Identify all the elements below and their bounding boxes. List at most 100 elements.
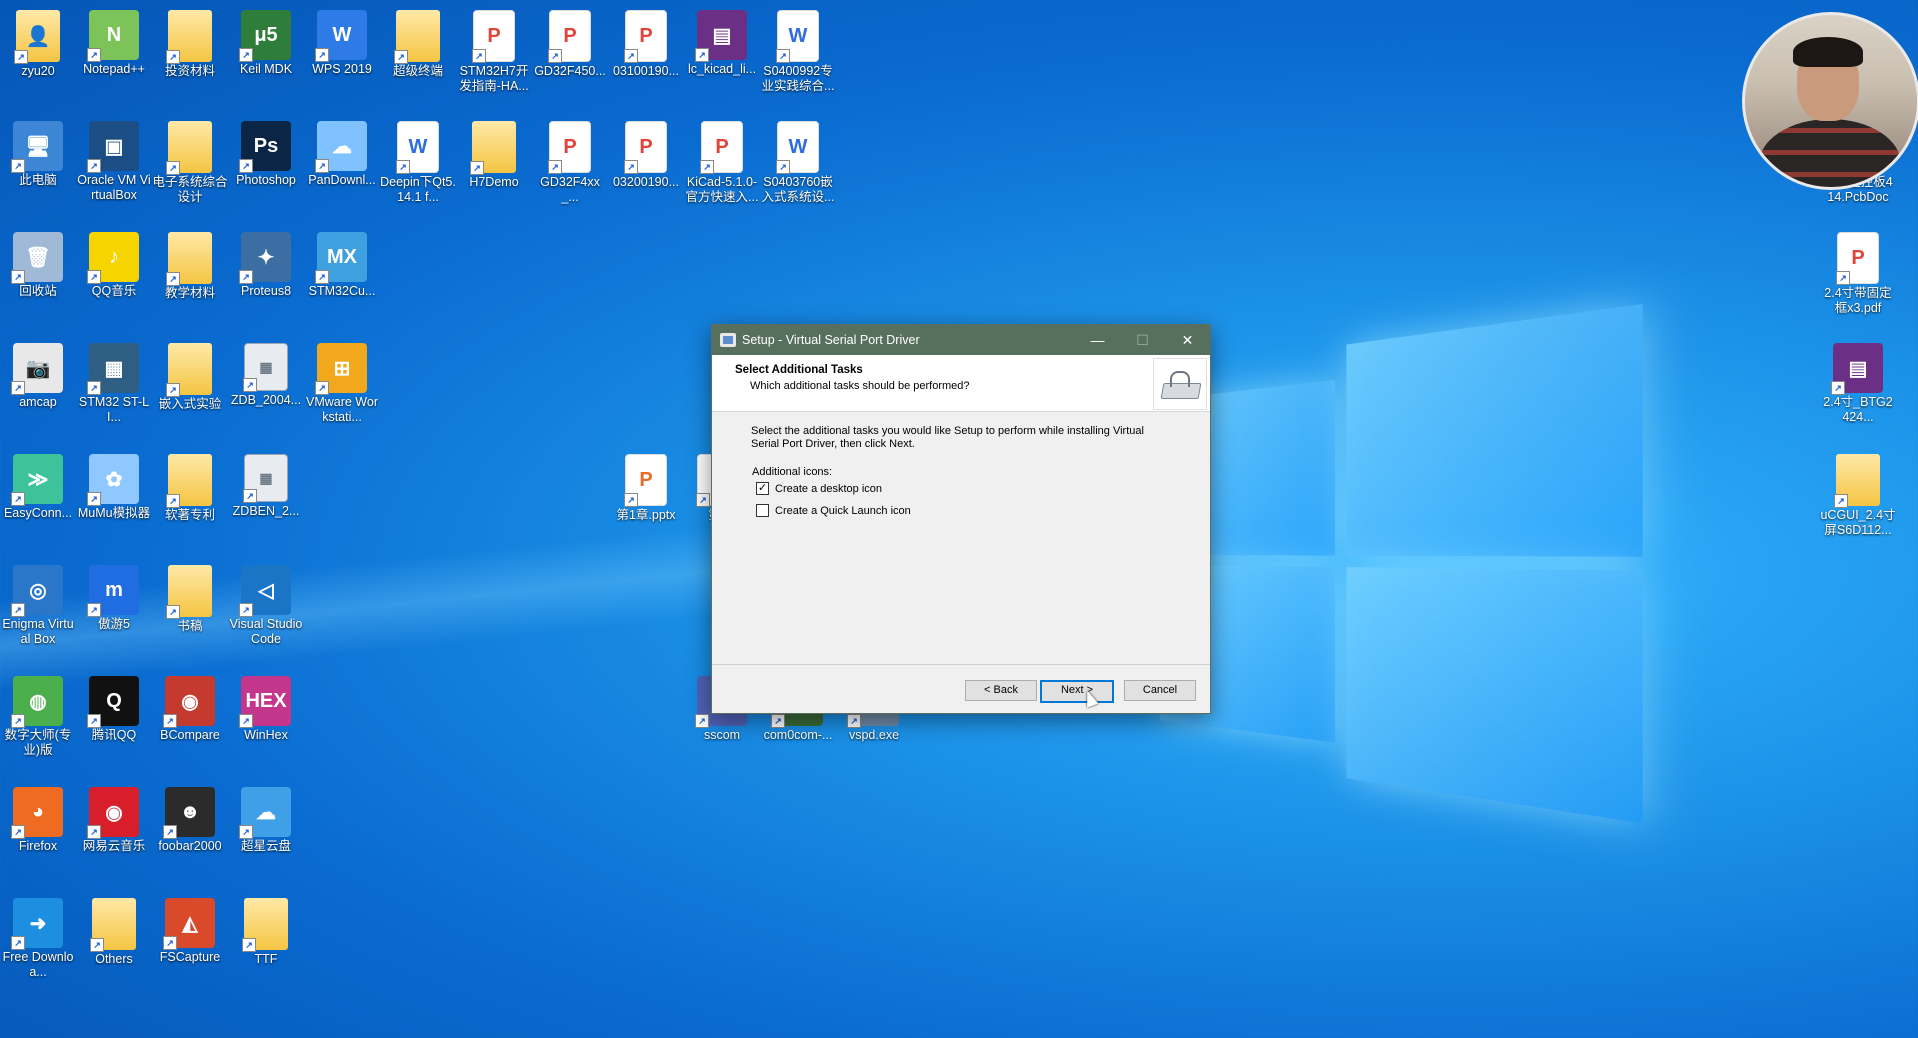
task-desktop-icon[interactable]: ✓ Create a desktop icon	[756, 482, 882, 495]
desktop-icon-label: 嵌入式实验	[152, 397, 228, 412]
desktop-icon[interactable]: ↗ 嵌入式实验	[152, 339, 228, 412]
desktop-icon[interactable]: ≫ ↗ EasyConn...	[0, 450, 76, 521]
desktop-icon[interactable]: HEX ↗ WinHex	[228, 672, 304, 743]
shortcut-arrow-icon: ↗	[239, 270, 253, 284]
shortcut-arrow-icon: ↗	[470, 161, 484, 175]
desktop-icon[interactable]: N ↗ Notepad++	[76, 6, 152, 77]
desktop-icon[interactable]: ↗ 超级终端	[380, 6, 456, 79]
desktop-icon[interactable]: ➜ ↗ Free Downloa...	[0, 894, 76, 980]
desktop-icon-label: WPS 2019	[304, 62, 380, 77]
shortcut-arrow-icon: ↗	[695, 714, 709, 728]
desktop-icon[interactable]: ▦ ↗ STM32 ST-LI...	[76, 339, 152, 425]
desktop-icon-label: Oracle VM VirtualBox	[76, 173, 152, 203]
desktop-icon[interactable]: ◎ ↗ Enigma Virtual Box	[0, 561, 76, 647]
desktop-icon[interactable]: ↗ 软著专利	[152, 450, 228, 523]
maximize-button: ☐	[1120, 325, 1165, 355]
app-icon: W ↗	[317, 10, 367, 60]
checkbox-desktop-icon[interactable]: ✓	[756, 482, 769, 495]
desktop-icon-label: 教学材料	[152, 286, 228, 301]
desktop-icon[interactable]: P ↗ 第1章.pptx	[608, 450, 684, 523]
desktop-icon[interactable]: P ↗ 03100190...	[608, 6, 684, 79]
desktop-icon[interactable]: ↗ 投资材料	[152, 6, 228, 79]
desktop-icon-label: H7Demo	[456, 175, 532, 190]
app-icon: ▤ ↗	[697, 10, 747, 60]
minimize-button[interactable]: —	[1075, 325, 1120, 355]
desktop-icon[interactable]: ◕ ↗ Firefox	[0, 783, 76, 854]
desktop-icon[interactable]: P ↗ STM32H7开发指南-HA...	[456, 6, 532, 94]
desktop-icon[interactable]: ↗ uCGUI_2.4寸屏S6D112...	[1820, 450, 1896, 538]
close-button[interactable]: ✕	[1165, 325, 1210, 355]
desktop-icon[interactable]: ◭ ↗ FSCapture	[152, 894, 228, 965]
desktop-icon[interactable]: P ↗ 2.4寸带固定框x3.pdf	[1820, 228, 1896, 316]
app-icon: ◉ ↗	[89, 787, 139, 837]
desktop-icon[interactable]: P ↗ GD32F450...	[532, 6, 608, 79]
next-button[interactable]: Next >	[1040, 680, 1114, 703]
desktop-icon[interactable]: ▣ ↗ Oracle VM VirtualBox	[76, 117, 152, 203]
shortcut-arrow-icon: ↗	[472, 49, 486, 63]
desktop-icon[interactable]: ☻ ↗ foobar2000	[152, 783, 228, 854]
pdf-icon: P ↗	[625, 10, 667, 62]
app-icon: ☁ ↗	[241, 787, 291, 837]
folder-icon: ↗	[168, 10, 212, 62]
shortcut-arrow-icon: ↗	[11, 270, 25, 284]
desktop-icon-label: Proteus8	[228, 284, 304, 299]
desktop-icon[interactable]: ↗ 电子系统综合设计	[152, 117, 228, 205]
instructions-text: Select the additional tasks you would li…	[751, 425, 1171, 451]
wizard-header: Select Additional Tasks Which additional…	[712, 355, 1210, 412]
desktop-icon-label: 03200190...	[608, 175, 684, 190]
desktop-icon[interactable]: ◁ ↗ Visual Studio Code	[228, 561, 304, 647]
desktop-icon[interactable]: P ↗ 03200190...	[608, 117, 684, 190]
app-icon: ◉ ↗	[165, 676, 215, 726]
desktop-icon[interactable]: W ↗ S0403760嵌入式系统设...	[760, 117, 836, 205]
desktop-icon[interactable]: 🖥 ↗ 此电脑	[0, 117, 76, 188]
task-quick-launch-icon[interactable]: Create a Quick Launch icon	[756, 504, 911, 517]
shortcut-arrow-icon: ↗	[315, 159, 329, 173]
desktop-icon[interactable]: ▤ ↗ lc_kicad_li...	[684, 6, 760, 77]
desktop-icon[interactable]: Ps ↗ Photoshop	[228, 117, 304, 188]
shortcut-arrow-icon: ↗	[166, 50, 180, 64]
desktop-icon[interactable]: ◍ ↗ 数字大师(专业)版	[0, 672, 76, 758]
shortcut-arrow-icon: ↗	[1836, 271, 1850, 285]
desktop-icon[interactable]: ↗ 书稿	[152, 561, 228, 634]
desktop-icon[interactable]: W ↗ S0400992专业实践综合...	[760, 6, 836, 94]
desktop-icon-label: vspd.exe	[836, 728, 912, 743]
desktop-icon[interactable]: ↗ H7Demo	[456, 117, 532, 190]
app-icon: Ps ↗	[241, 121, 291, 171]
desktop-icon[interactable]: 🗑 ↗ 回收站	[0, 228, 76, 299]
desktop-icon[interactable]: ↗ TTF	[228, 894, 304, 967]
desktop-icon[interactable]: Q ↗ 腾讯QQ	[76, 672, 152, 743]
desktop-icon[interactable]: m ↗ 傲游5	[76, 561, 152, 632]
desktop-icon[interactable]: ⊞ ↗ VMware Workstati...	[304, 339, 380, 425]
desktop-icon[interactable]: ✿ ↗ MuMu模拟器	[76, 450, 152, 521]
desktop-icon[interactable]: MX ↗ STM32Cu...	[304, 228, 380, 299]
desktop-icon[interactable]: ◉ ↗ BCompare	[152, 672, 228, 743]
shortcut-arrow-icon: ↗	[87, 603, 101, 617]
desktop-icon[interactable]: ♪ ↗ QQ音乐	[76, 228, 152, 299]
desktop-icon[interactable]: 📷 ↗ amcap	[0, 339, 76, 410]
shortcut-arrow-icon: ↗	[548, 49, 562, 63]
desktop-icon[interactable]: ▦ ↗ ZDBEN_2...	[228, 450, 304, 519]
desktop-icon[interactable]: ↗ Others	[76, 894, 152, 967]
desktop-icon-label: zyu20	[0, 64, 76, 79]
desktop-icon[interactable]: 👤 ↗ zyu20	[0, 6, 76, 79]
desktop-icon[interactable]: ☁ ↗ PanDownl...	[304, 117, 380, 188]
app-icon: 🗑 ↗	[13, 232, 63, 282]
back-button[interactable]: < Back	[965, 680, 1037, 701]
desktop-icon[interactable]: ▤ ↗ 2.4寸_BTG2424...	[1820, 339, 1896, 425]
desktop-icon[interactable]: ☁ ↗ 超星云盘	[228, 783, 304, 854]
shortcut-arrow-icon: ↗	[239, 48, 253, 62]
desktop-icon[interactable]: ▦ ↗ ZDB_2004...	[228, 339, 304, 408]
pdf-icon: P ↗	[1837, 232, 1879, 284]
desktop-icon[interactable]: W ↗ Deepin下Qt5.14.1 f...	[380, 117, 456, 205]
desktop-icon[interactable]: P ↗ GD32F4xx_...	[532, 117, 608, 205]
desktop-icon[interactable]: P ↗ KiCad-5.1.0-官方快速入...	[684, 117, 760, 205]
cancel-button[interactable]: Cancel	[1124, 680, 1196, 701]
desktop-icon[interactable]: ◉ ↗ 网易云音乐	[76, 783, 152, 854]
desktop-icon[interactable]: ↗ 教学材料	[152, 228, 228, 301]
app-icon: ▤ ↗	[1833, 343, 1883, 393]
dialog-titlebar[interactable]: Setup - Virtual Serial Port Driver — ☐ ✕	[712, 325, 1210, 355]
checkbox-quick-launch-icon[interactable]	[756, 504, 769, 517]
desktop-icon[interactable]: W ↗ WPS 2019	[304, 6, 380, 77]
desktop-icon[interactable]: ✦ ↗ Proteus8	[228, 228, 304, 299]
desktop-icon[interactable]: μ5 ↗ Keil MDK	[228, 6, 304, 77]
